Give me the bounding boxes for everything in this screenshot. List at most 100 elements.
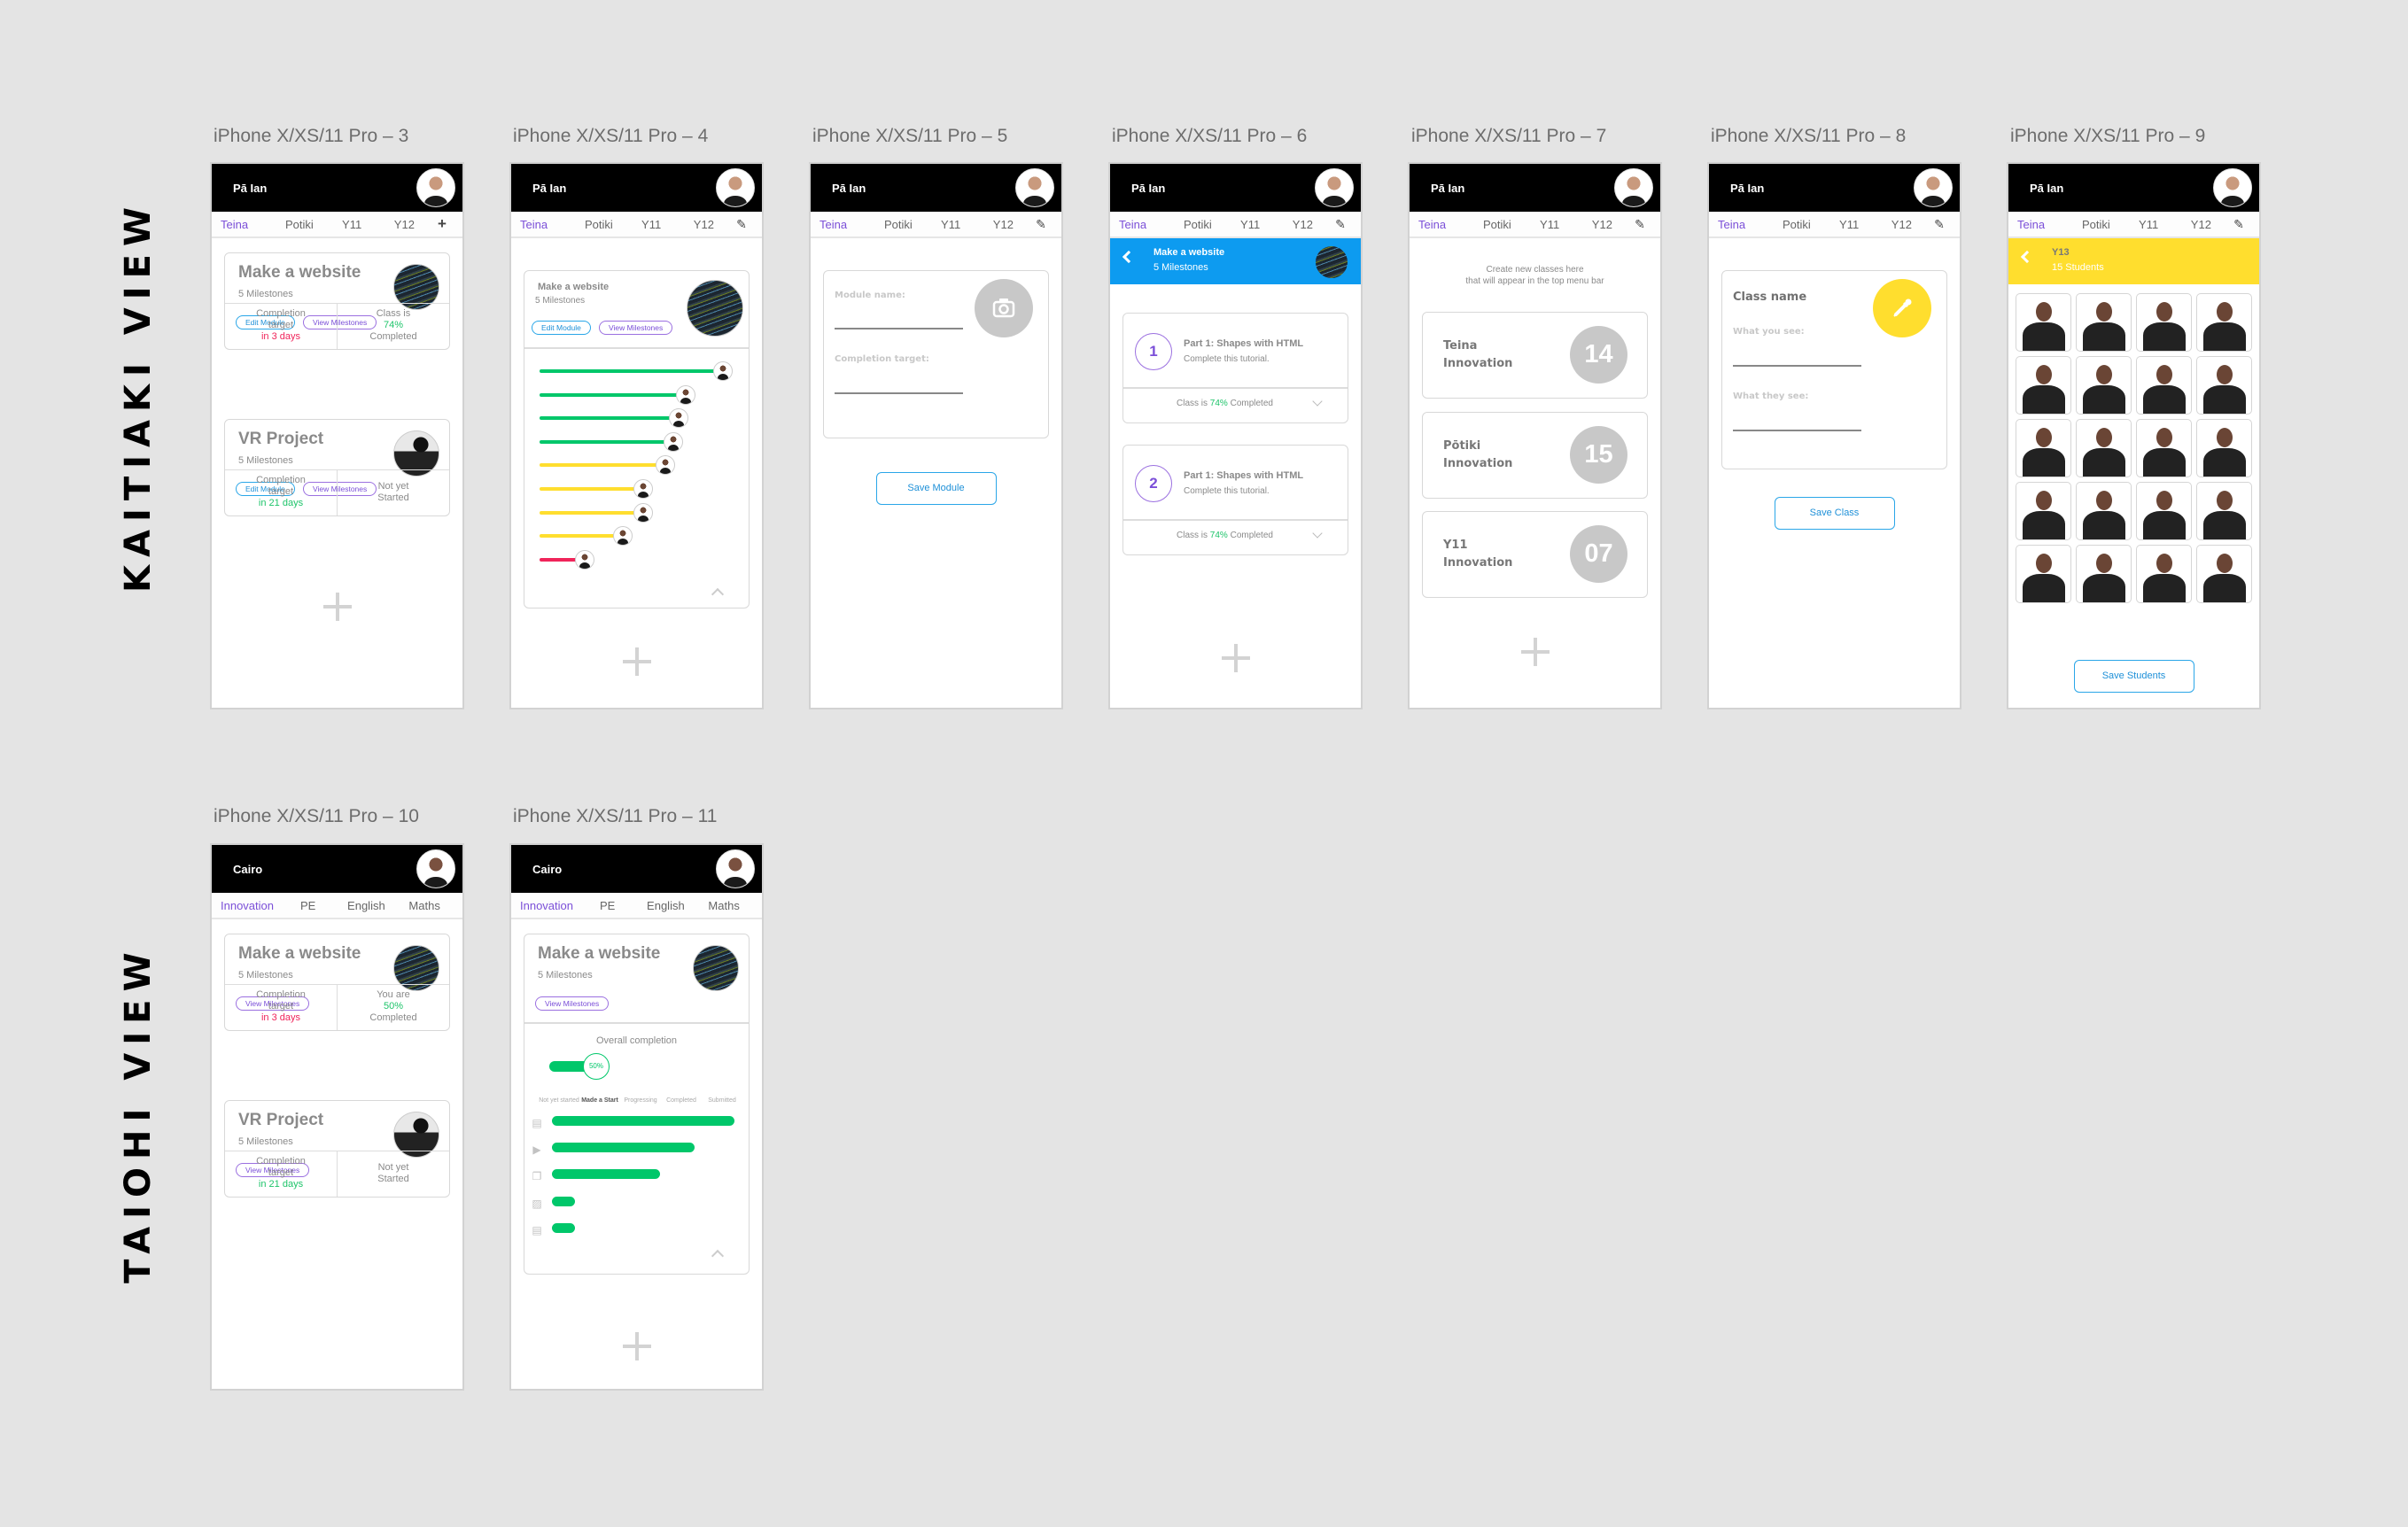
color-picker-button[interactable] bbox=[1873, 279, 1931, 337]
tab-y12[interactable]: Y12 bbox=[977, 218, 1029, 231]
what-you-see-input[interactable] bbox=[1733, 365, 1861, 367]
collapse-chevron-icon[interactable] bbox=[711, 1249, 725, 1263]
student-photo[interactable] bbox=[2076, 482, 2132, 540]
class-card[interactable]: Teina Innovation 14 bbox=[1422, 312, 1648, 399]
student-photo[interactable] bbox=[2196, 419, 2252, 477]
tab-potiki[interactable]: Potiki bbox=[2070, 218, 2122, 231]
what-they-see-input[interactable] bbox=[1733, 430, 1861, 431]
tab-potiki[interactable]: Potiki bbox=[572, 218, 625, 231]
user-avatar[interactable] bbox=[2213, 168, 2252, 207]
user-avatar[interactable] bbox=[416, 849, 455, 888]
upload-photo-button[interactable] bbox=[975, 279, 1033, 337]
edit-pencil-icon[interactable]: ✎ bbox=[2227, 217, 2250, 232]
edit-module-button[interactable]: Edit Module bbox=[532, 321, 591, 335]
edit-pencil-icon[interactable]: ✎ bbox=[1029, 217, 1053, 232]
tab-y12[interactable]: Y12 bbox=[1576, 218, 1628, 231]
tab-potiki[interactable]: Potiki bbox=[273, 218, 325, 231]
tab-maths[interactable]: Maths bbox=[395, 899, 454, 912]
student-photo[interactable] bbox=[2016, 545, 2071, 603]
student-avatar[interactable] bbox=[633, 479, 653, 499]
user-avatar[interactable] bbox=[1614, 168, 1653, 207]
student-avatar[interactable] bbox=[664, 431, 683, 452]
tab-y12[interactable]: Y12 bbox=[2175, 218, 2227, 231]
add-milestone-button[interactable] bbox=[1221, 644, 1250, 672]
expand-chevron-icon[interactable] bbox=[1312, 528, 1323, 539]
user-avatar[interactable] bbox=[716, 168, 755, 207]
student-avatar[interactable] bbox=[633, 502, 653, 523]
tab-y12[interactable]: Y12 bbox=[678, 218, 730, 231]
tab-teina[interactable]: Teina bbox=[1418, 218, 1471, 231]
tab-y11[interactable]: Y11 bbox=[625, 218, 678, 231]
completion-target-input[interactable] bbox=[835, 392, 963, 394]
student-photo[interactable] bbox=[2016, 356, 2071, 415]
student-photo[interactable] bbox=[2196, 293, 2252, 352]
tab-teina[interactable]: Teina bbox=[2017, 218, 2070, 231]
student-photo[interactable] bbox=[2016, 482, 2071, 540]
student-photo[interactable] bbox=[2016, 419, 2071, 477]
tab-innovation[interactable]: Innovation bbox=[520, 899, 579, 912]
tab-y11[interactable]: Y11 bbox=[1823, 218, 1876, 231]
student-photo[interactable] bbox=[2136, 482, 2192, 540]
tab-y12[interactable]: Y12 bbox=[1277, 218, 1329, 231]
milestone-card[interactable]: 2 Part 1: Shapes with HTML Complete this… bbox=[1122, 445, 1348, 555]
edit-pencil-icon[interactable]: ✎ bbox=[730, 217, 753, 232]
tab-potiki[interactable]: Potiki bbox=[1770, 218, 1822, 231]
tab-y12[interactable]: Y12 bbox=[378, 218, 431, 231]
student-photo[interactable] bbox=[2076, 545, 2132, 603]
save-module-button[interactable]: Save Module bbox=[875, 472, 997, 505]
class-card[interactable]: Y11 Innovation 07 bbox=[1422, 511, 1648, 598]
student-avatar[interactable] bbox=[676, 384, 695, 405]
tab-teina[interactable]: Teina bbox=[1718, 218, 1770, 231]
tab-y11[interactable]: Y11 bbox=[2123, 218, 2175, 231]
add-class-button[interactable] bbox=[1520, 638, 1550, 666]
tab-english[interactable]: English bbox=[637, 899, 695, 912]
tab-potiki[interactable]: Potiki bbox=[1471, 218, 1523, 231]
add-button[interactable] bbox=[622, 1332, 651, 1360]
student-photo[interactable] bbox=[2136, 419, 2192, 477]
module-card[interactable]: Make a website 5 Milestones Edit Module … bbox=[224, 252, 450, 350]
user-avatar[interactable] bbox=[1015, 168, 1054, 207]
student-avatar[interactable] bbox=[656, 455, 675, 476]
edit-pencil-icon[interactable]: ✎ bbox=[1928, 217, 1951, 232]
student-avatar[interactable] bbox=[613, 526, 633, 546]
view-milestones-button[interactable]: View Milestones bbox=[535, 996, 610, 1011]
user-avatar[interactable] bbox=[1914, 168, 1953, 207]
user-avatar[interactable] bbox=[716, 849, 755, 888]
tab-pe[interactable]: PE bbox=[279, 899, 338, 912]
add-module-button[interactable] bbox=[622, 647, 651, 676]
edit-pencil-icon[interactable]: ✎ bbox=[1329, 217, 1352, 232]
save-class-button[interactable]: Save Class bbox=[1774, 497, 1895, 530]
module-card[interactable]: Make a website 5 Milestones View Milesto… bbox=[224, 934, 450, 1031]
tab-innovation[interactable]: Innovation bbox=[221, 899, 279, 912]
save-students-button[interactable]: Save Students bbox=[2073, 660, 2194, 693]
tab-y11[interactable]: Y11 bbox=[1524, 218, 1576, 231]
student-photo[interactable] bbox=[2016, 293, 2071, 352]
expand-chevron-icon[interactable] bbox=[1312, 396, 1323, 407]
view-milestones-button[interactable]: View Milestones bbox=[599, 321, 673, 335]
student-photo[interactable] bbox=[2076, 356, 2132, 415]
tab-y11[interactable]: Y11 bbox=[1224, 218, 1277, 231]
user-avatar[interactable] bbox=[1315, 168, 1354, 207]
tab-potiki[interactable]: Potiki bbox=[1171, 218, 1223, 231]
tab-teina[interactable]: Teina bbox=[520, 218, 572, 231]
user-avatar[interactable] bbox=[416, 168, 455, 207]
tab-teina[interactable]: Teina bbox=[1119, 218, 1171, 231]
student-photo[interactable] bbox=[2196, 545, 2252, 603]
milestone-card[interactable]: 1 Part 1: Shapes with HTML Complete this… bbox=[1122, 313, 1348, 423]
student-photo[interactable] bbox=[2136, 356, 2192, 415]
tab-teina[interactable]: Teina bbox=[221, 218, 273, 231]
add-class-icon[interactable]: + bbox=[431, 215, 454, 233]
tab-y12[interactable]: Y12 bbox=[1876, 218, 1928, 231]
module-card[interactable]: VR Project 5 Milestones Edit Module View… bbox=[224, 419, 450, 516]
module-card[interactable]: VR Project 5 Milestones View Milestones … bbox=[224, 1100, 450, 1198]
student-photo[interactable] bbox=[2076, 419, 2132, 477]
tab-y11[interactable]: Y11 bbox=[326, 218, 378, 231]
student-avatar[interactable] bbox=[713, 361, 733, 381]
back-chevron-icon[interactable] bbox=[2020, 250, 2034, 264]
edit-pencil-icon[interactable]: ✎ bbox=[1628, 217, 1651, 232]
student-photo[interactable] bbox=[2136, 293, 2192, 352]
tab-potiki[interactable]: Potiki bbox=[872, 218, 924, 231]
tab-english[interactable]: English bbox=[338, 899, 396, 912]
student-avatar[interactable] bbox=[575, 549, 594, 570]
student-photo[interactable] bbox=[2196, 482, 2252, 540]
